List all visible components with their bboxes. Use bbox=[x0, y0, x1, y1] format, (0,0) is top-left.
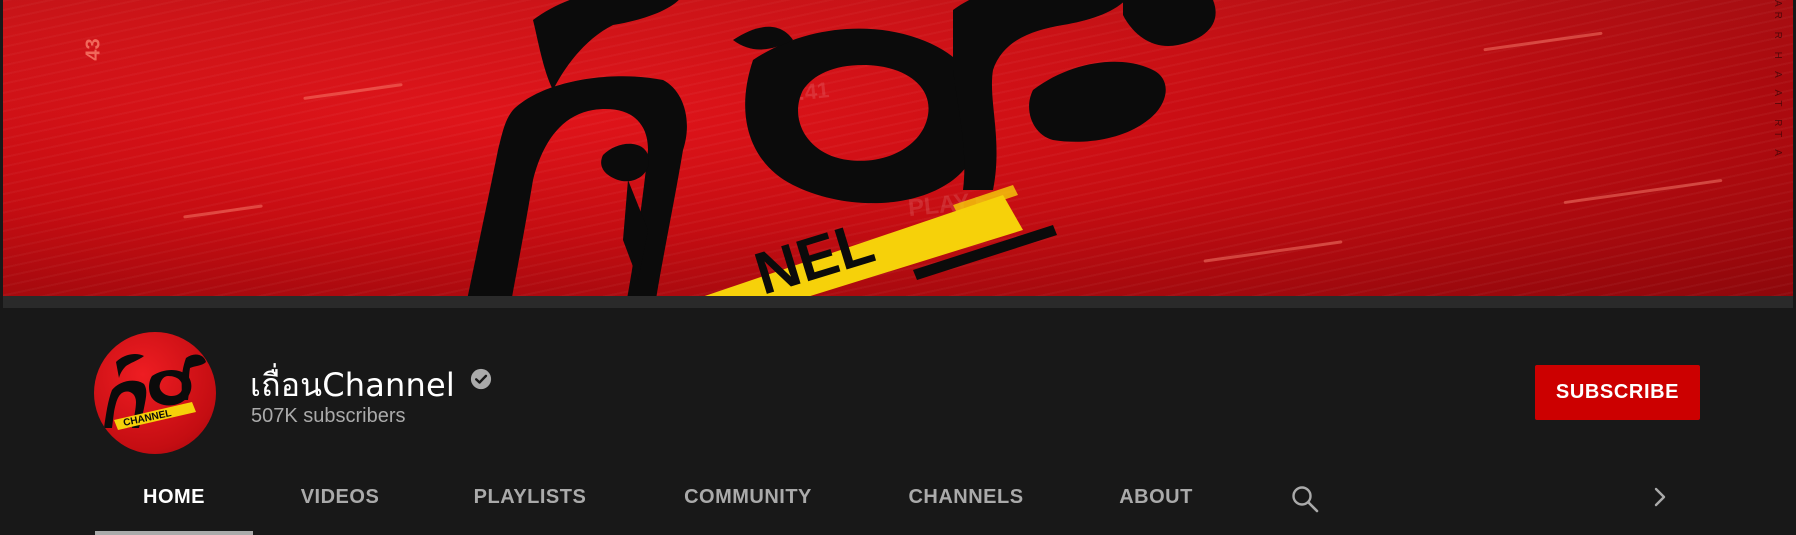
channel-header: CHANNEL เถื่อนChannel 507K subscribers S… bbox=[0, 308, 1796, 535]
avatar-logo-art: CHANNEL bbox=[104, 354, 206, 430]
channel-name: เถื่อนChannel bbox=[250, 366, 455, 404]
channel-page: 43 AR R H A AT RT A 00:41 PLAY ▸ bbox=[0, 0, 1796, 535]
chevron-right-icon[interactable] bbox=[1645, 482, 1675, 512]
banner-streak bbox=[1483, 31, 1603, 52]
banner-side-text: AR R H A AT RT A bbox=[1772, 0, 1783, 161]
banner-streak bbox=[1563, 178, 1723, 205]
search-icon[interactable] bbox=[1290, 484, 1320, 514]
banner-streak bbox=[183, 204, 263, 219]
banner-bottom-edge bbox=[3, 296, 1793, 308]
channel-avatar[interactable]: CHANNEL bbox=[94, 332, 216, 454]
banner-edge-number: 43 bbox=[82, 38, 105, 61]
avatar-logo-label: CHANNEL bbox=[122, 408, 172, 429]
channel-tabs: HOME VIDEOS PLAYLISTS COMMUNITY CHANNELS… bbox=[0, 460, 1796, 535]
tab-videos[interactable]: VIDEOS bbox=[290, 460, 390, 535]
channel-banner: 43 AR R H A AT RT A 00:41 PLAY ▸ bbox=[3, 0, 1793, 296]
tab-home[interactable]: HOME bbox=[95, 460, 253, 535]
banner-logo-art: NEL bbox=[467, 0, 1216, 296]
tab-playlists[interactable]: PLAYLISTS bbox=[462, 460, 598, 535]
tab-channels[interactable]: CHANNELS bbox=[898, 460, 1034, 535]
verified-check-icon bbox=[470, 368, 492, 390]
banner-logo-text: NEL bbox=[747, 208, 881, 296]
tab-about[interactable]: ABOUT bbox=[1106, 460, 1206, 535]
banner-streak bbox=[303, 83, 403, 100]
tab-community[interactable]: COMMUNITY bbox=[670, 460, 826, 535]
subscriber-count: 507K subscribers bbox=[251, 405, 406, 427]
subscribe-button[interactable]: SUBSCRIBE bbox=[1535, 365, 1700, 420]
